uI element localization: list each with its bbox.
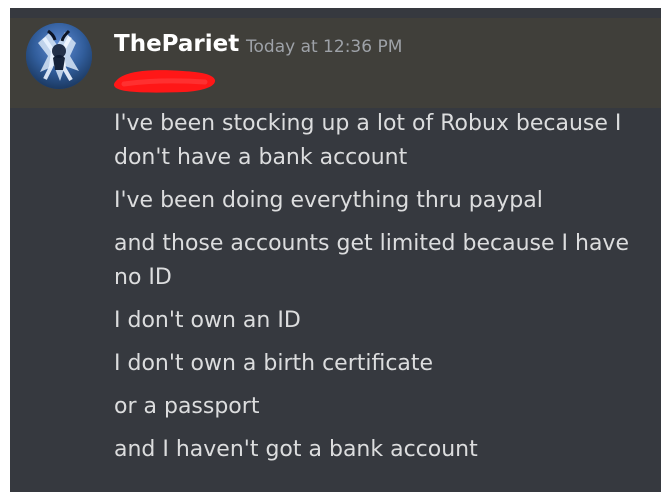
message-line-7: and I haven't got a bank account — [114, 437, 478, 462]
chat-window: ThePariet Today at 12:36 PM I've been st… — [10, 8, 661, 492]
message-line-2: I've been doing everything thru paypal — [114, 188, 543, 213]
message-line-4: I don't own an ID — [114, 308, 301, 333]
message-line-6: or a passport — [114, 394, 260, 419]
message-content: I've been stocking up a lot of Robux bec… — [114, 107, 654, 476]
message-line-3: and those accounts get limited because I… — [114, 231, 629, 290]
red-redaction-mark — [113, 70, 216, 93]
message-line-1: I've been stocking up a lot of Robux bec… — [114, 111, 622, 170]
message-line-5: I don't own a birth certificate — [114, 351, 434, 376]
message-timestamp: Today at 12:36 PM — [246, 37, 403, 57]
user-avatar[interactable] — [26, 23, 92, 89]
message-author[interactable]: ThePariet — [114, 31, 239, 57]
message-header-band — [10, 18, 661, 108]
avatar-image-icon — [26, 23, 92, 89]
